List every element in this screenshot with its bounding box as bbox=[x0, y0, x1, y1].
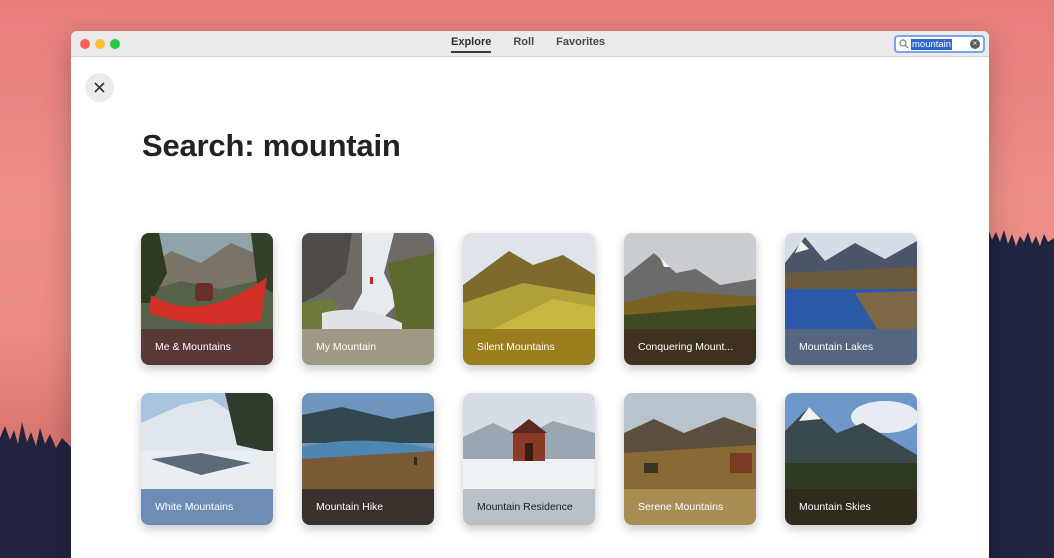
results-grid: Me & Mountains My Mountain Silent Mounta… bbox=[141, 233, 917, 525]
close-icon bbox=[94, 82, 105, 93]
album-thumbnail bbox=[302, 393, 434, 489]
album-thumbnail bbox=[624, 393, 756, 489]
album-thumbnail bbox=[463, 233, 595, 329]
album-label-bar: Mountain Skies bbox=[785, 489, 917, 525]
album-thumbnail bbox=[785, 393, 917, 489]
album-card[interactable]: Mountain Lakes bbox=[785, 233, 917, 365]
tab-bar: Explore Roll Favorites bbox=[451, 36, 605, 53]
album-title: Serene Mountains bbox=[638, 501, 724, 513]
album-title: Mountain Hike bbox=[316, 501, 384, 513]
album-card[interactable]: Mountain Hike bbox=[302, 393, 434, 525]
window-controls bbox=[80, 39, 120, 49]
album-thumbnail bbox=[624, 233, 756, 329]
album-thumbnail bbox=[302, 233, 434, 329]
album-card[interactable]: Mountain Residence bbox=[463, 393, 595, 525]
tab-roll[interactable]: Roll bbox=[513, 36, 534, 53]
album-card[interactable]: Silent Mountains bbox=[463, 233, 595, 365]
minimize-window-button[interactable] bbox=[95, 39, 105, 49]
title-bar: Explore Roll Favorites mountain × bbox=[71, 31, 989, 57]
album-label-bar: White Mountains bbox=[141, 489, 273, 525]
album-thumbnail bbox=[141, 233, 273, 329]
album-label-bar: Me & Mountains bbox=[141, 329, 273, 365]
album-label-bar: Mountain Residence bbox=[463, 489, 595, 525]
album-title: My Mountain bbox=[316, 341, 377, 353]
album-thumbnail bbox=[785, 233, 917, 329]
search-field[interactable]: mountain × bbox=[894, 35, 985, 53]
album-label-bar: Mountain Hike bbox=[302, 489, 434, 525]
album-thumbnail bbox=[141, 393, 273, 489]
album-label-bar: My Mountain bbox=[302, 329, 434, 365]
close-search-button[interactable] bbox=[85, 73, 114, 102]
album-label-bar: Mountain Lakes bbox=[785, 329, 917, 365]
album-card[interactable]: Me & Mountains bbox=[141, 233, 273, 365]
tab-explore[interactable]: Explore bbox=[451, 36, 492, 53]
search-input[interactable]: mountain bbox=[911, 38, 953, 50]
search-icon bbox=[899, 39, 909, 49]
album-title: Mountain Skies bbox=[799, 501, 871, 513]
album-label-bar: Conquering Mount... bbox=[624, 329, 756, 365]
page-title: Search: mountain bbox=[142, 128, 401, 163]
album-card[interactable]: White Mountains bbox=[141, 393, 273, 525]
album-card[interactable]: Conquering Mount... bbox=[624, 233, 756, 365]
zoom-window-button[interactable] bbox=[110, 39, 120, 49]
album-card[interactable]: Mountain Skies bbox=[785, 393, 917, 525]
tab-favorites[interactable]: Favorites bbox=[556, 36, 605, 53]
album-label-bar: Serene Mountains bbox=[624, 489, 756, 525]
album-title: White Mountains bbox=[155, 501, 234, 513]
album-title: Mountain Residence bbox=[477, 501, 573, 513]
album-title: Mountain Lakes bbox=[799, 341, 874, 353]
close-window-button[interactable] bbox=[80, 39, 90, 49]
desktop-treeline-right bbox=[984, 228, 1054, 558]
album-title: Conquering Mount... bbox=[638, 341, 734, 353]
desktop-treeline-left bbox=[0, 422, 72, 558]
album-card[interactable]: My Mountain bbox=[302, 233, 434, 365]
album-thumbnail bbox=[463, 393, 595, 489]
album-title: Me & Mountains bbox=[155, 341, 231, 353]
album-label-bar: Silent Mountains bbox=[463, 329, 595, 365]
clear-search-icon[interactable]: × bbox=[970, 39, 980, 49]
album-card[interactable]: Serene Mountains bbox=[624, 393, 756, 525]
app-window: Explore Roll Favorites mountain × Search… bbox=[71, 31, 989, 558]
album-title: Silent Mountains bbox=[477, 341, 555, 353]
